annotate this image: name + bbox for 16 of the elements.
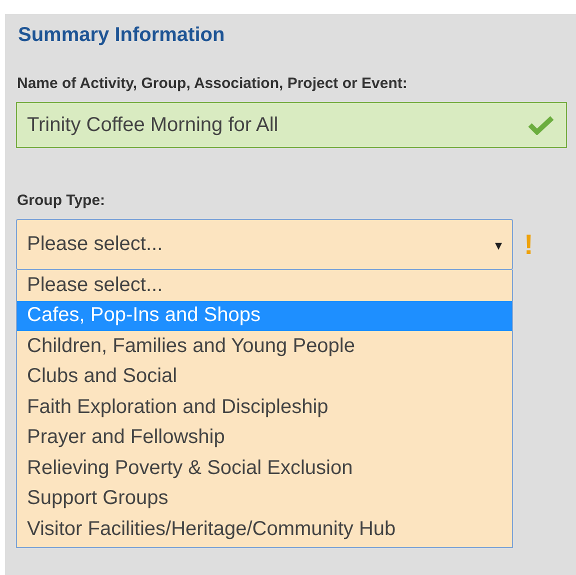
section-title: Summary Information — [18, 24, 226, 47]
dropdown-option[interactable]: Relieving Poverty & Social Exclusion — [17, 453, 512, 484]
dropdown-option[interactable]: Visitor Facilities/Heritage/Community Hub — [17, 514, 512, 544]
group-type-select[interactable]: Please select... ▾ — [16, 219, 513, 270]
dropdown-option[interactable]: Faith Exploration and Discipleship — [17, 392, 512, 422]
field-label: Name of Activity, Group, Association, Project or Event: — [17, 75, 408, 92]
field-label: Group Type: — [17, 192, 106, 209]
warning-mark: ! — [524, 228, 534, 260]
dropdown-option[interactable]: Children, Families and Young People — [17, 331, 512, 362]
dropdown-option[interactable]: Support Groups — [17, 484, 512, 514]
caret-icon: ▾ — [495, 236, 502, 252]
checkmark-icon — [528, 115, 554, 135]
dropdown-option[interactable]: Clubs and Social — [17, 362, 512, 392]
name-input-field[interactable]: Trinity Coffee Morning for All — [16, 102, 567, 148]
dropdown-option[interactable]: Please select... — [17, 270, 512, 300]
dropdown-option[interactable]: Prayer and Fellowship — [17, 422, 512, 453]
